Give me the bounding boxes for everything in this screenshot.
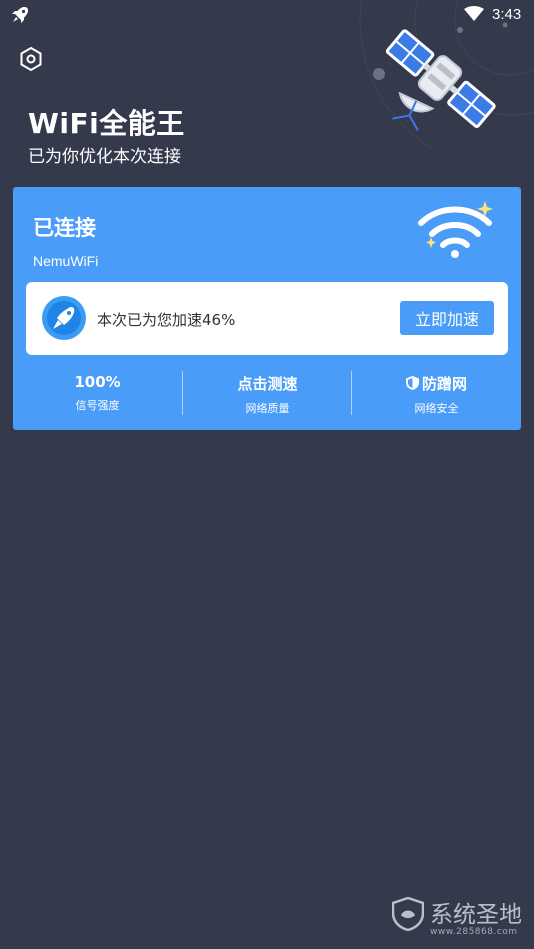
app-subtitle: 已为你优化本次连接 xyxy=(28,147,181,167)
wifi-sparkle-icon xyxy=(413,199,497,263)
speed-test-label: 网络质量 xyxy=(245,402,290,415)
stats-row: 100% 信号强度 点击测速 网络质量 防蹭网 网络安全 xyxy=(13,365,521,421)
signal-strength-label: 信号强度 xyxy=(75,399,120,412)
boost-message: 本次已为您加速46% xyxy=(97,311,236,329)
anti-leech-value: 防蹭网 xyxy=(352,373,521,394)
shield-icon xyxy=(405,376,419,390)
speed-test-value: 点击测速 xyxy=(237,375,298,393)
settings-button[interactable] xyxy=(18,46,44,72)
watermark-text: 系统圣地 xyxy=(430,902,522,928)
gear-icon xyxy=(20,46,42,72)
watermark-url: www.285868.com xyxy=(430,927,518,937)
satellite-illustration xyxy=(340,0,534,171)
rocket-notification-icon xyxy=(10,5,30,29)
anti-leech-label: 网络安全 xyxy=(414,402,459,415)
rocket-boost-icon xyxy=(42,296,86,340)
stat-speed-test[interactable]: 点击测速 网络质量 xyxy=(183,365,352,421)
network-ssid: NemuWiFi xyxy=(33,253,99,269)
anti-leech-text: 防蹭网 xyxy=(421,375,467,393)
app-title: WiFi全能王 xyxy=(28,107,185,140)
boost-panel: 本次已为您加速46% 立即加速 xyxy=(26,282,508,355)
watermark: 系统圣地 www.285868.com xyxy=(392,895,532,945)
signal-strength-value: 100% xyxy=(74,373,121,391)
watermark-shield-icon xyxy=(392,897,424,931)
connection-status: 已连接 xyxy=(33,216,96,240)
stat-signal-strength[interactable]: 100% 信号强度 xyxy=(13,365,182,421)
stat-anti-leech[interactable]: 防蹭网 网络安全 xyxy=(352,365,521,421)
boost-now-button[interactable]: 立即加速 xyxy=(400,301,494,335)
connection-card: 已连接 NemuWiFi 本次已为您加速46% 立即加速 100% 信号强度 点… xyxy=(13,187,521,430)
